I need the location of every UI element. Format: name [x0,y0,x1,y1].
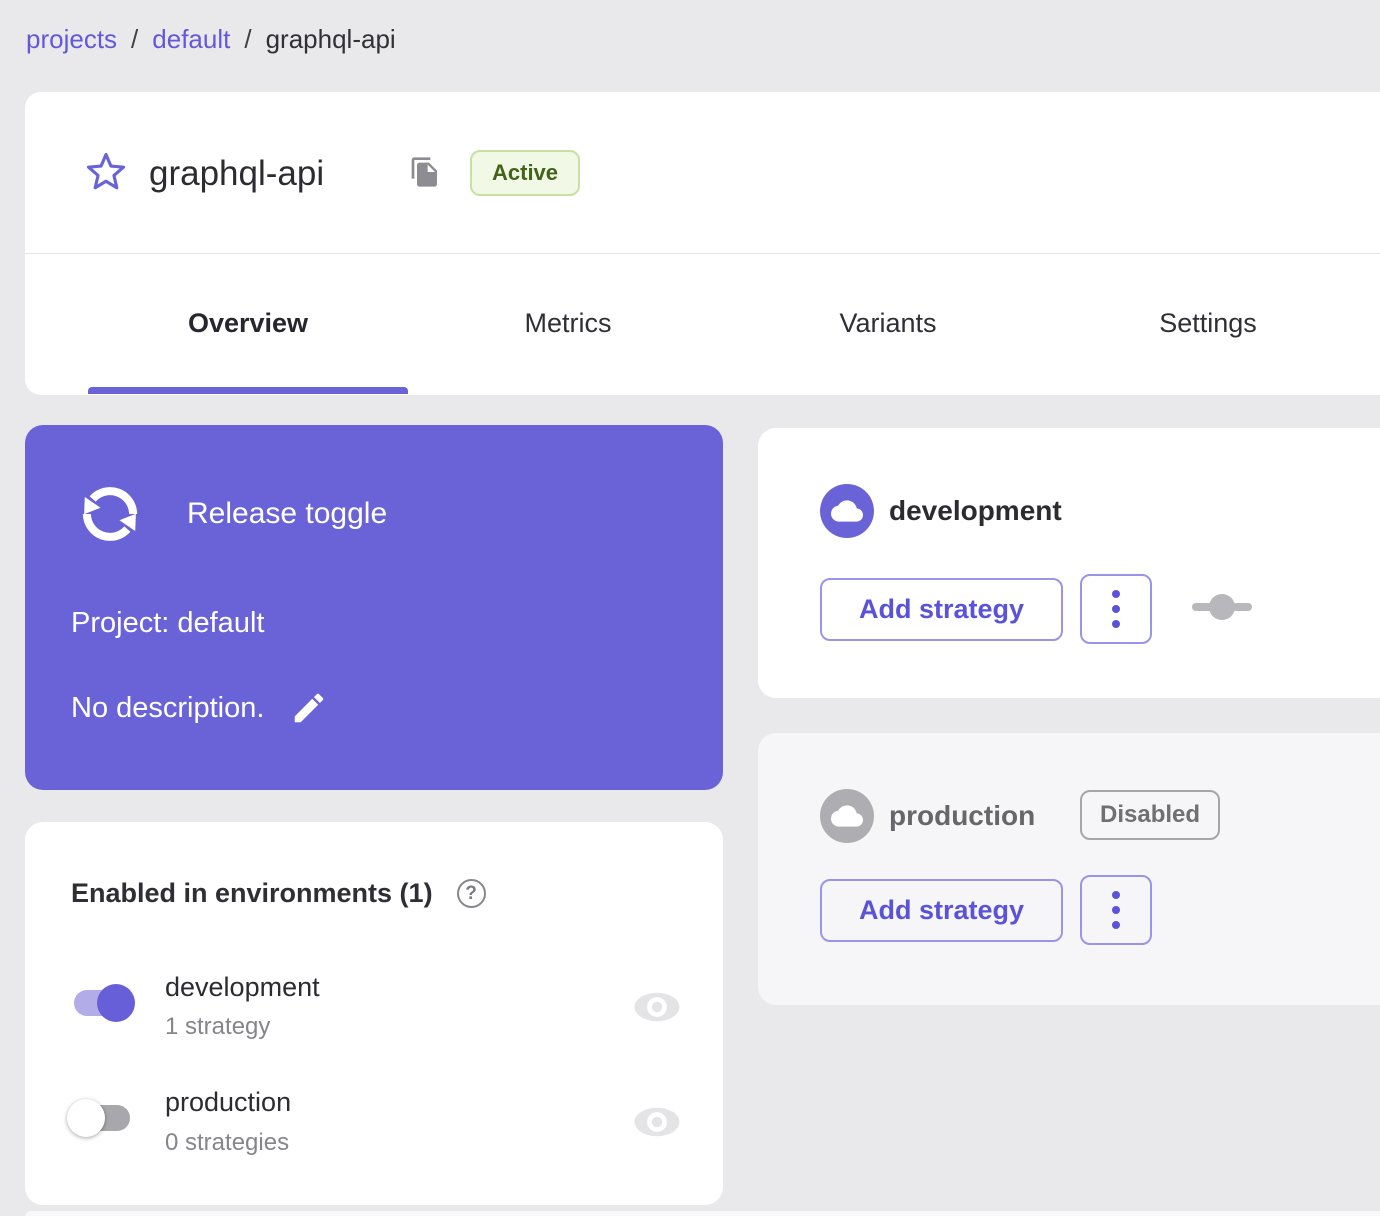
feature-type-label: Release toggle [187,497,388,530]
page-title: graphql-api [149,154,325,193]
copy-name-icon[interactable] [409,154,441,190]
kebab-menu-icon[interactable] [1080,875,1152,945]
env-row-name-production: production [165,1087,292,1117]
environment-card-production: production Disabled Add strategy [758,733,1380,1005]
tab-variants[interactable]: Variants [728,254,1048,394]
cloud-icon [820,484,874,538]
env-row-strategies-production: 0 strategies [165,1129,290,1156]
toggle-thumb [97,984,135,1022]
next-card-edge [25,1211,1380,1216]
environment-name: production [889,800,1036,831]
breadcrumb-link-default[interactable]: default [152,24,230,55]
tab-settings[interactable]: Settings [1048,254,1368,394]
kebab-dot [1112,605,1120,613]
tab-bar: Overview Metrics Variants Settings [25,254,1380,394]
kebab-menu-icon[interactable] [1080,574,1152,644]
feature-header-card: graphql-api Active Overview Metrics Vari… [25,92,1380,395]
favorite-star-icon[interactable] [85,151,127,193]
feature-description: No description. [71,691,265,724]
toggle-development[interactable] [67,980,137,1026]
kebab-dot [1112,590,1120,598]
environment-name: development [889,495,1062,526]
add-strategy-button[interactable]: Add strategy [820,578,1063,641]
cloud-icon [820,789,874,843]
breadcrumb-separator: / [131,24,139,54]
environments-panel-title: Enabled in environments (1) [71,878,433,908]
env-row-strategies-development: 1 strategy [165,1013,271,1040]
project-label: Project: default [71,607,265,639]
breadcrumb-current: graphql-api [265,24,396,54]
kebab-dot [1112,906,1120,914]
disabled-badge: Disabled [1080,790,1221,840]
env-row-name-development: development [165,972,320,1002]
add-strategy-button[interactable]: Add strategy [820,879,1063,942]
feature-title-row: graphql-api Active [25,92,1380,254]
active-tab-underline [88,387,408,394]
toggle-thumb [67,1099,105,1137]
environment-card-development: development Add strategy [758,428,1380,698]
eye-icon[interactable] [633,988,681,1026]
help-icon[interactable]: ? [456,879,486,908]
eye-icon[interactable] [633,1103,681,1141]
status-badge: Active [470,150,581,196]
release-toggle-card: Release toggle Project: default No descr… [25,425,723,790]
kebab-dot [1112,891,1120,899]
tab-metrics[interactable]: Metrics [408,254,728,394]
tab-overview[interactable]: Overview [88,254,408,394]
breadcrumb: projects / default / graphql-api [26,24,396,55]
kebab-dot [1112,921,1120,929]
kebab-dot [1112,620,1120,628]
strategy-node-icon [1190,592,1254,622]
release-toggle-icon [73,477,147,551]
breadcrumb-separator: / [244,24,252,54]
edit-pencil-icon[interactable] [290,689,328,727]
environments-panel: Enabled in environments (1) ? developmen… [25,822,723,1205]
toggle-production[interactable] [67,1095,137,1141]
breadcrumb-link-projects[interactable]: projects [26,24,117,55]
